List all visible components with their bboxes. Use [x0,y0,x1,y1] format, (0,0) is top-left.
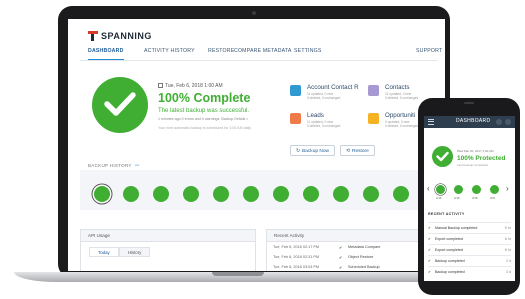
spanning-logo: SPANNING [88,31,152,41]
mobile-history-dot[interactable] [454,185,463,194]
mobile-activity-row[interactable]: ✔ Export completed 8 hr [428,244,511,255]
history-dot[interactable] [333,186,349,202]
restore-button[interactable]: ⟲ Restore [340,145,375,156]
check-icon: ✔ [339,266,343,270]
nav-restore[interactable]: RESTORE [208,48,234,54]
history-dot[interactable] [243,186,259,202]
backup-history-label: BACKUP HISTORY 〰 [88,163,140,168]
history-dot[interactable] [123,186,139,202]
phone-screen: DASHBOARD Wed Mar 20, 2017 1:00 AM 100% … [424,116,515,281]
opportunities-icon [368,113,379,124]
backup-now-button[interactable]: ↻ Backup Now [290,145,335,156]
phone-speaker [464,102,474,104]
check-icon: ✔ [428,270,432,274]
history-dot[interactable] [153,186,169,202]
recent-activity-panel: Recent Activity Tue, Feb 6, 2018 02:17 P… [266,229,438,271]
status-detail: 1 minutes ago 0 errors and 0 warnings. B… [158,117,249,121]
mobile-history-label: 2/16 [436,196,442,200]
mobile-status: 100% Protected [457,155,506,162]
tab-today[interactable]: Today [89,247,119,257]
backup-date: Tue, Feb 6, 2018 1:00 AM [158,83,223,89]
check-icon: ✔ [428,226,432,230]
profile-icon[interactable] [505,119,511,125]
mobile-title: DASHBOARD [456,118,491,124]
chevron-right-icon[interactable]: › [506,184,509,193]
mobile-activity-row[interactable]: ✔ Backup completed 2 d [428,255,511,266]
check-icon: ✔ [339,246,343,250]
mobile-history-dot[interactable] [436,185,445,194]
status-title: 100% Complete [158,91,251,105]
chevron-left-icon[interactable]: ‹ [427,184,430,193]
menu-icon[interactable] [428,119,434,125]
nav-compare-metadata[interactable]: COMPARE METADATA [234,48,292,54]
check-icon: ✔ [428,259,432,263]
restore-icon: ⟲ [346,149,351,154]
laptop-screen: SPANNING DASHBOARD ACTIVITY HISTORY REST… [68,19,445,271]
history-dot[interactable] [183,186,199,202]
nav-activity-history[interactable]: ACTIVITY HISTORY [144,48,195,54]
backup-history-timeline [80,170,438,210]
nav-dashboard[interactable]: DASHBOARD [88,48,124,60]
recent-activity-title: Recent Activity [267,230,437,242]
camera-dot [252,11,256,15]
notifications-icon[interactable] [496,119,502,125]
tab-history[interactable]: History [118,247,151,257]
history-dot[interactable] [303,186,319,202]
mobile-date: Wed Mar 20, 2017 1:00 AM [457,149,494,153]
history-chart-icon: 〰 [134,163,140,168]
mobile-history-label: 3/18 [472,196,478,200]
history-dot[interactable] [363,186,379,202]
mobile-history-label: 3/21 [490,196,496,200]
mobile-section-title: RECENT ACTIVITY [428,212,465,216]
mobile-activity-row[interactable]: ✔ Backup completed 3 d [428,266,511,277]
status-next-backup: Your next automatic backup is scheduled … [158,126,252,130]
mobile-activity-row[interactable]: ✔ Export completed 6 hr [428,233,511,244]
mobile-status-sub: Last backup completed [457,163,488,167]
laptop-base [14,272,461,282]
mobile-success-check-icon [432,146,453,167]
calendar-icon [158,83,163,88]
mobile-history-dot[interactable] [472,185,481,194]
nav-settings[interactable]: SETTINGS [294,48,322,54]
contacts-icon [368,85,379,96]
api-usage-tabs: Today History [89,247,151,257]
refresh-icon: ↻ [296,149,301,154]
logo-text: SPANNING [101,31,152,41]
success-check-icon [92,77,148,133]
history-dot[interactable] [393,186,409,202]
nav-support[interactable]: SUPPORT [416,48,442,54]
mobile-activity-row[interactable]: ✔ Manual Backup completed 5 hr [428,222,511,233]
top-nav: DASHBOARD ACTIVITY HISTORY RESTORE COMPA… [80,48,442,61]
status-subtitle: The latest backup was successful. [158,108,250,114]
spanning-logo-icon [88,31,98,41]
history-dot[interactable] [273,186,289,202]
history-dot[interactable] [94,186,110,202]
api-usage-panel: API Usage Today History [80,229,256,271]
account-contact-icon [290,85,301,96]
laptop-notch [212,272,264,276]
check-icon: ✔ [428,248,432,252]
api-usage-title: API Usage [81,230,255,242]
mobile-history-label: 2/18 [454,196,460,200]
leads-star-icon [290,113,301,124]
check-icon: ✔ [339,256,343,260]
history-dot[interactable] [213,186,229,202]
mobile-header: DASHBOARD [424,116,515,128]
check-icon: ✔ [428,237,432,241]
mobile-history-dot[interactable] [490,185,499,194]
